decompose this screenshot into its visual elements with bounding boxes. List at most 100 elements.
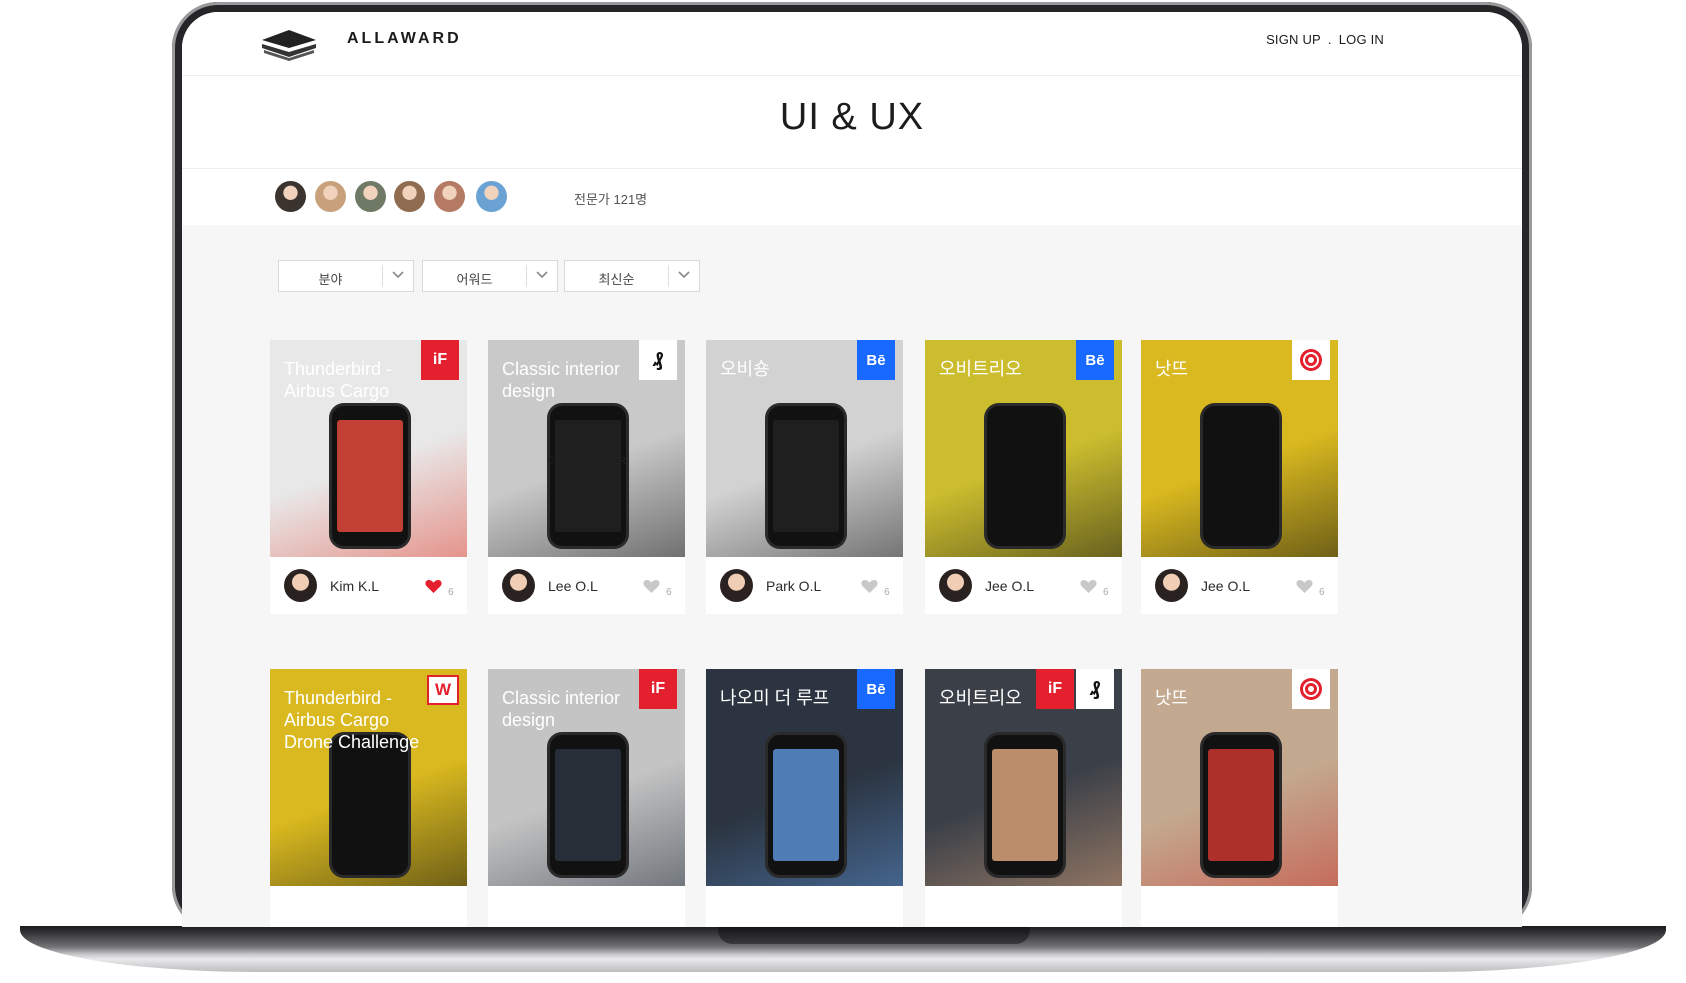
device-screen — [773, 749, 839, 861]
project-card[interactable]: Classic interior design COFFEE MAKER ₰ Lee … — [488, 340, 685, 614]
card-footer: Park O.L 6 — [706, 557, 903, 614]
device-mockup — [768, 406, 844, 546]
author-avatar[interactable] — [284, 569, 317, 602]
project-title: Classic interior design — [502, 359, 621, 401]
laptop-base — [20, 926, 1666, 972]
gd-award-badge-icon: ₰ — [639, 340, 677, 380]
heart-icon[interactable] — [643, 579, 660, 594]
project-card[interactable]: Classic interior design iF — [488, 669, 685, 927]
browser-screen: ALLAWARD SIGN UP. LOG IN UI & UX 전문가 121명… — [182, 12, 1522, 927]
author-avatar[interactable] — [939, 569, 972, 602]
project-title: 오비숑 — [720, 359, 770, 379]
project-thumbnail[interactable]: Classic interior design iF — [488, 669, 685, 886]
content-area: 분야 어워드 최신순 Thunderbird - Airbus Cargo iF K… — [182, 225, 1522, 927]
project-card[interactable]: 낫뜨 Jee O.L 6 — [1141, 340, 1338, 614]
heart-icon[interactable] — [861, 579, 878, 594]
expert-avatar[interactable] — [476, 181, 507, 212]
project-card[interactable]: 오비트리오 ₰ iF — [925, 669, 1122, 927]
project-thumbnail[interactable]: 오비트리오 Bē — [925, 340, 1122, 557]
title-bar: UI & UX — [182, 76, 1522, 169]
author-name[interactable]: Park O.L — [766, 578, 821, 594]
device-screen — [992, 420, 1058, 532]
chevron-down-icon — [678, 271, 690, 279]
sign-up-link[interactable]: SIGN UP — [1266, 32, 1321, 47]
like-count: 6 — [884, 587, 890, 598]
expert-avatar[interactable] — [275, 181, 306, 212]
expert-avatar[interactable] — [315, 181, 346, 212]
dropdown-divider — [382, 265, 383, 287]
device-mockup — [987, 735, 1063, 875]
heart-icon[interactable] — [1080, 579, 1097, 594]
device-screen — [1208, 420, 1274, 532]
author-avatar[interactable] — [1155, 569, 1188, 602]
project-title: Thunderbird - Airbus Cargo — [284, 359, 393, 401]
heart-icon[interactable] — [1296, 579, 1313, 594]
like-count: 6 — [1319, 587, 1325, 598]
project-thumbnail[interactable]: Thunderbird - Airbus Cargo iF — [270, 340, 467, 557]
project-card[interactable]: 오비트리오 Bē Jee O.L 6 — [925, 340, 1122, 614]
filter-category-dropdown[interactable]: 분야 — [278, 260, 414, 292]
device-screen — [555, 420, 621, 532]
expert-avatar[interactable] — [394, 181, 425, 212]
expert-avatar[interactable] — [355, 181, 386, 212]
project-thumbnail[interactable]: 오비트리오 ₰ iF — [925, 669, 1122, 886]
author-name[interactable]: Jee O.L — [1201, 578, 1250, 594]
device-screen — [992, 749, 1058, 861]
behance-badge-icon: Bē — [857, 669, 895, 709]
author-name[interactable]: Jee O.L — [985, 578, 1034, 594]
project-title: 낫뜨 — [1155, 688, 1189, 708]
project-title: 낫뜨 — [1155, 359, 1189, 379]
device-screen — [773, 420, 839, 532]
expert-avatar[interactable] — [434, 181, 465, 212]
project-thumbnail[interactable]: 낫뜨 — [1141, 669, 1338, 886]
laptop-notch — [718, 926, 1030, 944]
project-card[interactable]: Thunderbird - Airbus Cargo Drone Challen… — [270, 669, 467, 927]
heart-icon[interactable] — [425, 579, 442, 594]
project-card[interactable]: 오비숑 Bē Park O.L 6 — [706, 340, 903, 614]
log-in-link[interactable]: LOG IN — [1339, 32, 1384, 47]
card-footer: Kim K.L 6 — [270, 557, 467, 614]
project-thumbnail[interactable]: Thunderbird - Airbus Cargo Drone Challen… — [270, 669, 467, 886]
project-thumbnail[interactable]: 나오미 더 루프 Bē — [706, 669, 903, 886]
device-mockup — [768, 735, 844, 875]
device-mockup — [1203, 406, 1279, 546]
project-title: 오비트리오 — [939, 688, 1022, 708]
reddot-badge-icon — [1292, 669, 1330, 709]
project-title: Classic interior design — [502, 688, 621, 730]
logo-text[interactable]: ALLAWARD — [347, 30, 462, 48]
project-title: 나오미 더 루프 — [720, 688, 830, 708]
project-card[interactable]: 나오미 더 루프 Bē — [706, 669, 903, 927]
like-count: 6 — [666, 587, 672, 598]
device-screen — [337, 420, 403, 532]
project-card[interactable]: 낫뜨 — [1141, 669, 1338, 927]
device-mockup — [332, 406, 408, 546]
device-screen — [555, 749, 621, 861]
card-footer: Jee O.L 6 — [1141, 557, 1338, 614]
device-screen — [1208, 749, 1274, 861]
chevron-down-icon — [392, 271, 404, 279]
dropdown-label: 최신순 — [598, 272, 635, 287]
device-mockup — [332, 735, 408, 875]
device-mockup — [550, 406, 626, 546]
dropdown-divider — [526, 265, 527, 287]
auth-links: SIGN UP. LOG IN — [1266, 32, 1384, 47]
project-thumbnail[interactable]: Classic interior design COFFEE MAKER ₰ — [488, 340, 685, 557]
behance-badge-icon: Bē — [1076, 340, 1114, 380]
author-avatar[interactable] — [720, 569, 753, 602]
project-title: Thunderbird - Airbus Cargo Drone Challen… — [284, 688, 420, 752]
author-name[interactable]: Kim K.L — [330, 578, 379, 594]
layers-logo-icon[interactable] — [260, 26, 318, 62]
experts-row: 전문가 121명 — [182, 169, 1522, 225]
project-subtitle: COFFEE MAKER — [547, 456, 626, 467]
project-thumbnail[interactable]: 낫뜨 — [1141, 340, 1338, 557]
author-avatar[interactable] — [502, 569, 535, 602]
top-navigation: ALLAWARD SIGN UP. LOG IN — [182, 12, 1522, 76]
page-title: UI & UX — [779, 96, 925, 138]
project-card[interactable]: Thunderbird - Airbus Cargo iF Kim K.L 6 — [270, 340, 467, 614]
filter-award-dropdown[interactable]: 어워드 — [422, 260, 558, 292]
project-thumbnail[interactable]: 오비숑 Bē — [706, 340, 903, 557]
reddot-badge-icon — [1292, 340, 1330, 380]
sort-dropdown[interactable]: 최신순 — [564, 260, 700, 292]
author-name[interactable]: Lee O.L — [548, 578, 598, 594]
gd-award-badge-icon: ₰ — [1076, 669, 1114, 709]
